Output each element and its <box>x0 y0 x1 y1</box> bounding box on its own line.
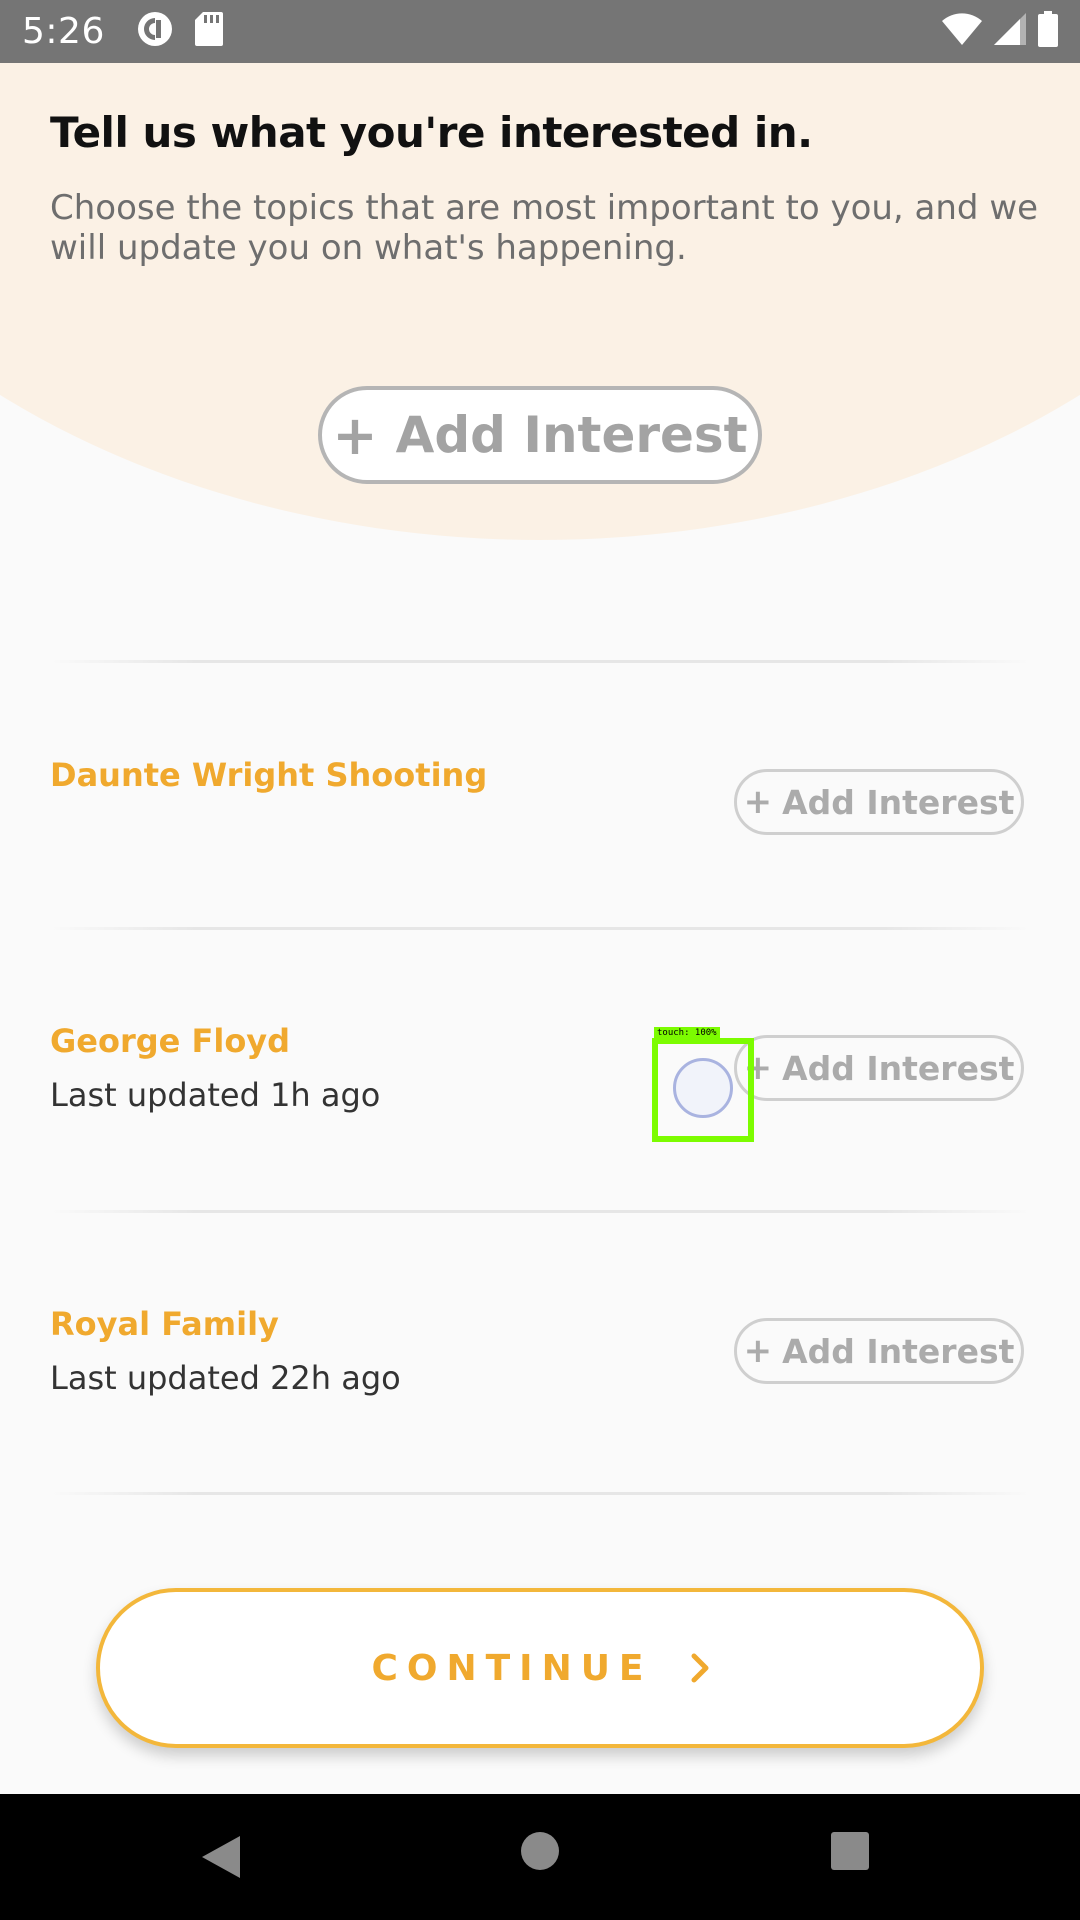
pocket-casts-icon <box>137 11 173 52</box>
wifi-icon <box>942 13 982 50</box>
add-interest-label: Add Interest <box>782 1331 1015 1371</box>
plus-icon: + <box>332 403 378 467</box>
divider <box>50 1210 1030 1213</box>
battery-icon <box>1038 11 1058 52</box>
continue-button[interactable]: CONTINUE <box>96 1588 984 1748</box>
add-interest-label: Add Interest <box>782 782 1015 822</box>
add-interest-daunte-wright-button[interactable]: + Add Interest <box>734 769 1024 835</box>
divider <box>50 927 1030 930</box>
add-interest-george-floyd-button[interactable]: + Add Interest <box>734 1035 1024 1101</box>
add-interest-label: Add Interest <box>782 1048 1015 1088</box>
page-subtitle: Choose the topics that are most importan… <box>50 188 1039 268</box>
sd-card-icon <box>194 12 223 51</box>
topic-updated-royal-family: Last updated 22h ago <box>50 1359 401 1397</box>
recents-icon[interactable] <box>831 1832 869 1870</box>
back-icon[interactable] <box>200 1834 242 1885</box>
plus-icon: + <box>743 1331 773 1371</box>
add-interest-button[interactable]: + Add Interest <box>318 386 762 484</box>
home-icon[interactable] <box>521 1832 559 1870</box>
status-right-icons <box>942 11 1058 52</box>
divider <box>50 660 1030 663</box>
status-time: 5:26 <box>22 11 105 52</box>
topic-updated-george-floyd: Last updated 1h ago <box>50 1076 381 1114</box>
status-bar: 5:26 <box>0 0 1080 63</box>
touch-indicator-circle <box>673 1058 733 1118</box>
topic-title-daunte-wright: Daunte Wright Shooting <box>50 756 488 794</box>
screen: 5:26 Tell us what you're interested in. … <box>0 0 1080 1920</box>
continue-label: CONTINUE <box>371 1647 653 1689</box>
add-interest-label: Add Interest <box>395 406 748 464</box>
plus-icon: + <box>743 782 773 822</box>
cell-signal-icon <box>994 13 1026 50</box>
chevron-right-icon <box>691 1653 709 1683</box>
topic-title-george-floyd: George Floyd <box>50 1022 291 1060</box>
topic-title-royal-family: Royal Family <box>50 1305 279 1343</box>
add-interest-royal-family-button[interactable]: + Add Interest <box>734 1318 1024 1384</box>
page-title: Tell us what you're interested in. <box>50 108 813 157</box>
divider <box>50 1492 1030 1495</box>
status-left-icons <box>137 11 223 52</box>
navigation-bar <box>0 1794 1080 1920</box>
